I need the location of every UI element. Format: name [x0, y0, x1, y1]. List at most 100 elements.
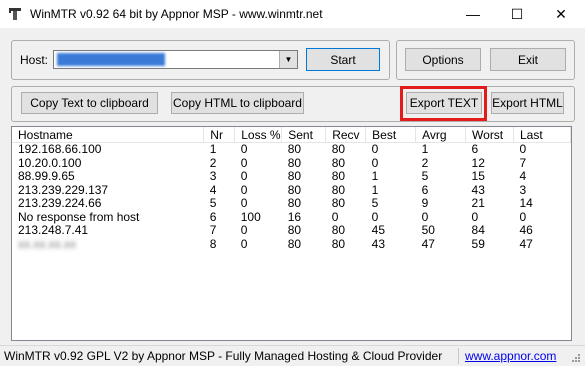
avrg-cell: 6	[421, 183, 429, 197]
avrg-cell: 9	[421, 197, 429, 210]
last-cell: 14	[519, 197, 533, 210]
column-header-worst[interactable]: Worst	[465, 127, 514, 143]
recv-cell: 0	[331, 210, 339, 224]
close-button[interactable]: ✕	[541, 0, 581, 28]
minimize-icon: —	[466, 6, 480, 22]
table-row[interactable]: 88.99.9.65 3 0 80 80 1 5 15 4	[12, 170, 571, 184]
export-text-button[interactable]: Export TEXT	[406, 92, 482, 114]
maximize-icon: ☐	[510, 5, 524, 22]
recv-cell: 80	[331, 224, 346, 237]
sent-cell: 80	[287, 156, 302, 170]
recv-cell: 80	[331, 142, 346, 156]
sent-cell: 16	[287, 210, 302, 224]
recv-cell: 80	[331, 197, 346, 210]
loss-cell: 0	[240, 170, 248, 183]
website-link[interactable]: www.appnor.com	[465, 349, 556, 363]
hostname-cell: 213.248.7.41	[18, 224, 89, 237]
worst-cell: 59	[471, 237, 485, 251]
sent-cell: 80	[287, 170, 302, 183]
avrg-cell: 47	[421, 237, 435, 251]
hammer-icon	[9, 8, 21, 20]
nr-cell: 2	[209, 156, 217, 170]
close-icon: ✕	[555, 5, 567, 22]
avrg-cell: 2	[421, 156, 429, 170]
recv-cell: 80	[331, 170, 346, 183]
column-header-loss[interactable]: Loss %	[234, 127, 283, 143]
results-grid: Hostname Nr Loss % Sent Recv Best Avrg W…	[12, 127, 571, 251]
table-row[interactable]: 213.239.229.137 4 0 80 80 1 6 43 3	[12, 184, 571, 198]
table-header: Hostname Nr Loss % Sent Recv Best Avrg W…	[12, 127, 571, 143]
column-header-avrg[interactable]: Avrg	[415, 127, 467, 143]
nr-cell: 3	[209, 170, 217, 183]
best-cell: 1	[371, 183, 379, 197]
copy-text-button[interactable]: Copy Text to clipboard	[21, 92, 158, 114]
table-row[interactable]: 213.239.224.66 5 0 80 80 5 9 21 14	[12, 197, 571, 211]
last-cell: 46	[519, 224, 533, 237]
loss-cell: 0	[240, 156, 248, 170]
resize-grip-icon[interactable]	[571, 353, 581, 363]
loss-cell: 0	[240, 224, 248, 237]
table-row[interactable]: 10.20.0.100 2 0 80 80 0 2 12 7	[12, 157, 571, 171]
results-table[interactable]: Hostname Nr Loss % Sent Recv Best Avrg W…	[11, 126, 572, 341]
worst-cell: 12	[471, 156, 485, 170]
table-row[interactable]: xx.xx.xx.xx 8 0 80 80 43 47 59 47	[12, 238, 571, 252]
avrg-cell: 1	[421, 142, 429, 156]
column-header-best[interactable]: Best	[365, 127, 417, 143]
sent-cell: 80	[287, 197, 302, 210]
maximize-button[interactable]: ☐	[497, 0, 537, 28]
worst-cell: 6	[471, 142, 479, 156]
worst-cell: 0	[471, 210, 479, 224]
hostname-cell: 213.239.224.66	[18, 197, 102, 210]
best-cell: 43	[371, 237, 386, 251]
last-cell: 47	[519, 237, 533, 251]
table-row[interactable]: No response from host 6 100 16 0 0 0 0 0	[12, 211, 571, 225]
status-text: WinMTR v0.92 GPL V2 by Appnor MSP - Full…	[4, 349, 443, 363]
export-html-button[interactable]: Export HTML	[491, 92, 564, 114]
nr-cell: 5	[209, 197, 217, 210]
recv-cell: 80	[331, 156, 346, 170]
column-header-sent[interactable]: Sent	[281, 127, 327, 143]
worst-cell: 43	[471, 183, 485, 197]
table-row[interactable]: 192.168.66.100 1 0 80 80 0 1 6 0	[12, 143, 571, 157]
recv-cell: 80	[331, 183, 346, 197]
loss-cell: 0	[240, 237, 248, 251]
hostname-cell: No response from host	[18, 210, 140, 224]
best-cell: 0	[371, 210, 379, 224]
loss-cell: 100	[240, 210, 261, 224]
loss-cell: 0	[240, 183, 248, 197]
host-label: Host:	[20, 53, 49, 67]
copy-html-button[interactable]: Copy HTML to clipboard	[171, 92, 304, 114]
chevron-down-icon[interactable]: ▼	[279, 51, 297, 68]
column-header-recv[interactable]: Recv	[325, 127, 367, 143]
host-combobox[interactable]: xxxxxxxxxxxxxxx ▼	[53, 50, 298, 69]
best-cell: 0	[371, 142, 379, 156]
hostname-cell: 213.239.229.137	[18, 183, 109, 197]
options-button[interactable]: Options	[405, 48, 481, 71]
exit-button[interactable]: Exit	[490, 48, 566, 71]
nr-cell: 1	[209, 142, 217, 156]
worst-cell: 21	[471, 197, 485, 210]
loss-cell: 0	[240, 197, 248, 210]
worst-cell: 15	[471, 170, 485, 183]
column-header-hostname[interactable]: Hostname	[12, 127, 205, 143]
sent-cell: 80	[287, 183, 302, 197]
hostname-cell: 88.99.9.65	[18, 170, 75, 183]
table-row[interactable]: 213.248.7.41 7 0 80 80 45 50 84 46	[12, 224, 571, 238]
column-header-last[interactable]: Last	[513, 127, 571, 143]
worst-cell: 84	[471, 224, 485, 237]
column-header-nr[interactable]: Nr	[203, 127, 236, 143]
best-cell: 0	[371, 156, 379, 170]
loss-cell: 0	[240, 142, 248, 156]
nr-cell: 4	[209, 183, 217, 197]
last-cell: 4	[519, 170, 527, 183]
host-value: xxxxxxxxxxxxxxx	[57, 53, 165, 66]
avrg-cell: 50	[421, 224, 435, 237]
start-button[interactable]: Start	[306, 48, 380, 71]
best-cell: 1	[371, 170, 379, 183]
minimize-button[interactable]: —	[453, 0, 493, 28]
title-bar[interactable]: WinMTR v0.92 64 bit by Appnor MSP - www.…	[0, 0, 585, 28]
status-separator	[458, 348, 459, 364]
window-title: WinMTR v0.92 64 bit by Appnor MSP - www.…	[30, 7, 323, 21]
sent-cell: 80	[287, 142, 302, 156]
sent-cell: 80	[287, 237, 302, 251]
